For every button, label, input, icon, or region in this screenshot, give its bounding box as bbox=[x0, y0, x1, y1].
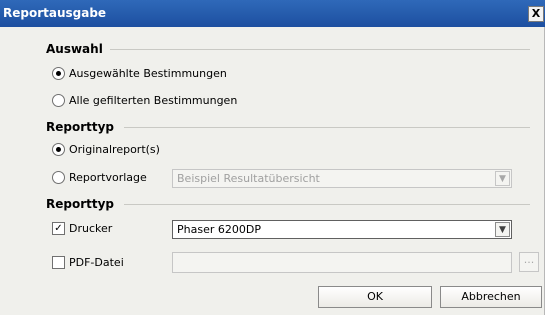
browse-button[interactable]: ... bbox=[519, 252, 539, 272]
radio-label: Ausgewählte Bestimmungen bbox=[69, 67, 227, 80]
radio-option-report-template[interactable]: Reportvorlage bbox=[52, 171, 147, 184]
chevron-down-icon[interactable]: ▼ bbox=[495, 171, 510, 186]
report-output-dialog: Reportausgabe X Auswahl Ausgewählte Best… bbox=[0, 0, 545, 315]
radio-button[interactable] bbox=[52, 143, 65, 156]
checkbox[interactable]: ✓ bbox=[52, 222, 65, 235]
checkbox[interactable] bbox=[52, 256, 65, 269]
section-heading-auswahl: Auswahl bbox=[46, 42, 103, 56]
radio-button[interactable] bbox=[52, 171, 65, 184]
close-icon: X bbox=[531, 7, 541, 20]
radio-option-original-report[interactable]: Originalreport(s) bbox=[52, 143, 160, 156]
radio-button[interactable] bbox=[52, 67, 65, 80]
radio-option-all-filtered[interactable]: Alle gefilterten Bestimmungen bbox=[52, 94, 237, 107]
combo-value: Beispiel Resultatübersicht bbox=[177, 172, 320, 185]
title-bar[interactable]: Reportausgabe X bbox=[0, 0, 545, 27]
combo-value: Phaser 6200DP bbox=[177, 223, 261, 236]
ok-button[interactable]: OK bbox=[318, 286, 432, 308]
cancel-button-label: Abbrechen bbox=[461, 290, 521, 303]
radio-label: Alle gefilterten Bestimmungen bbox=[69, 94, 238, 107]
ellipsis-icon: ... bbox=[523, 253, 535, 266]
close-button[interactable]: X bbox=[528, 6, 544, 22]
checkbox-label: PDF-Datei bbox=[69, 256, 124, 269]
radio-label: Reportvorlage bbox=[69, 171, 147, 184]
radio-option-selected-items[interactable]: Ausgewählte Bestimmungen bbox=[52, 67, 227, 80]
section-separator bbox=[124, 127, 530, 128]
ok-button-label: OK bbox=[367, 290, 383, 303]
checkbox-label: Drucker bbox=[69, 222, 113, 235]
chevron-down-icon[interactable]: ▼ bbox=[495, 222, 510, 237]
printer-combo[interactable]: Phaser 6200DP ▼ bbox=[172, 220, 512, 239]
pdf-path-field[interactable] bbox=[172, 252, 512, 273]
checkmark-icon: ✓ bbox=[54, 223, 63, 234]
radio-label: Originalreport(s) bbox=[69, 143, 160, 156]
radio-selected-dot bbox=[56, 71, 61, 76]
section-separator bbox=[110, 49, 530, 50]
radio-button[interactable] bbox=[52, 94, 65, 107]
section-separator bbox=[124, 204, 530, 205]
section-heading-output: Reporttyp bbox=[46, 197, 115, 211]
section-heading-reporttyp: Reporttyp bbox=[46, 120, 115, 134]
printer-checkbox-option[interactable]: ✓ Drucker bbox=[52, 222, 112, 235]
dialog-title: Reportausgabe bbox=[3, 6, 107, 20]
report-template-combo[interactable]: Beispiel Resultatübersicht ▼ bbox=[172, 169, 512, 188]
cancel-button[interactable]: Abbrechen bbox=[440, 286, 542, 308]
pdf-checkbox-option[interactable]: PDF-Datei bbox=[52, 256, 124, 269]
radio-selected-dot bbox=[56, 147, 61, 152]
